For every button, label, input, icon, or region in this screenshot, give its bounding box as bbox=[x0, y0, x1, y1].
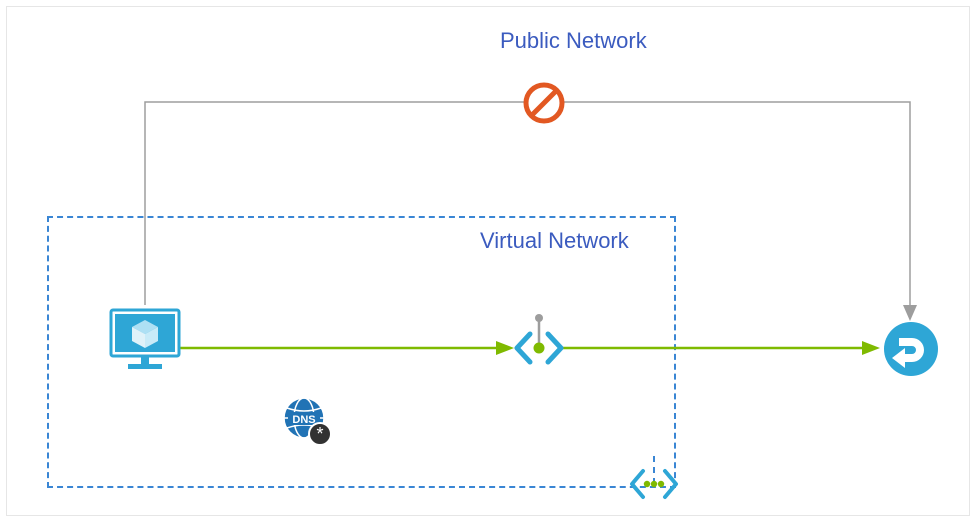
vnet-peering-connector-icon bbox=[629, 466, 679, 507]
svg-text:DNS: DNS bbox=[292, 414, 315, 426]
virtual-machine-icon bbox=[108, 306, 182, 379]
public-network-label: Public Network bbox=[500, 28, 647, 54]
dns-icon: DNS * bbox=[280, 394, 336, 455]
svg-text:*: * bbox=[316, 424, 323, 444]
blocked-icon bbox=[521, 80, 567, 131]
azure-relay-icon bbox=[882, 320, 940, 383]
virtual-network-label: Virtual Network bbox=[480, 228, 629, 254]
private-endpoint-icon bbox=[514, 312, 564, 379]
